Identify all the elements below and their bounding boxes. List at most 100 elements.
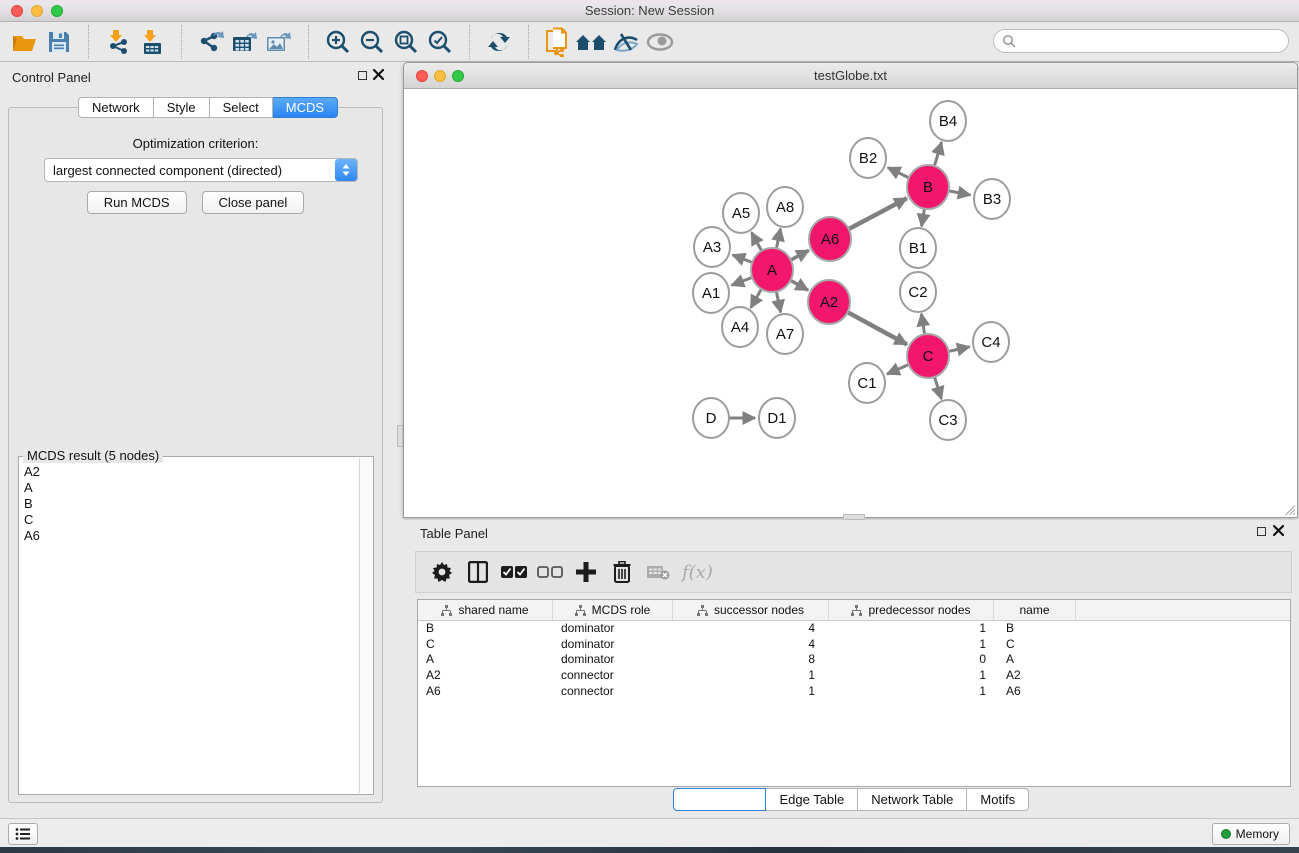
- zoom-in-button[interactable]: [321, 26, 355, 58]
- mcds-result-item[interactable]: C: [20, 512, 359, 528]
- node-A3[interactable]: A3: [694, 227, 730, 267]
- node-A1[interactable]: A1: [693, 273, 729, 313]
- zoom-selected-button[interactable]: [423, 26, 457, 58]
- column-header-name[interactable]: name: [994, 600, 1076, 620]
- network-window-titlebar[interactable]: testGlobe.txt: [404, 63, 1297, 89]
- edge-B-B1[interactable]: [922, 208, 925, 227]
- network-graph[interactable]: B4 B2 B B3 A8A5 A6 A3 B1 A C2 A1 A2 A4A7 C4 C C1 D D1 C3: [405, 90, 1296, 517]
- home-button[interactable]: [575, 26, 609, 58]
- select-all-button[interactable]: [496, 556, 532, 588]
- close-panel-icon[interactable]: [373, 69, 384, 80]
- node-B4[interactable]: B4: [930, 101, 966, 141]
- table-row[interactable]: A2connector11A2: [418, 668, 1290, 684]
- edge-A-A2[interactable]: [790, 280, 808, 290]
- tab-network[interactable]: Network: [78, 97, 154, 118]
- edge-C-C3[interactable]: [934, 376, 941, 399]
- column-header-predecessor-nodes[interactable]: predecessor nodes: [829, 600, 994, 620]
- tab-motifs[interactable]: Motifs: [967, 788, 1029, 811]
- tab-style[interactable]: Style: [154, 97, 210, 118]
- new-network-from-selection-button[interactable]: [541, 26, 575, 58]
- import-table-button[interactable]: [135, 26, 169, 58]
- unselect-all-button[interactable]: [532, 556, 568, 588]
- node-D1[interactable]: D1: [759, 398, 795, 438]
- tab-mcds[interactable]: MCDS: [273, 97, 338, 118]
- zoom-out-button[interactable]: [355, 26, 389, 58]
- export-table-button[interactable]: [228, 26, 262, 58]
- node-B[interactable]: B: [907, 165, 949, 209]
- mcds-result-item[interactable]: B: [20, 496, 359, 512]
- edge-A2-C[interactable]: [847, 312, 906, 344]
- function-builder-button[interactable]: f(x): [682, 562, 713, 583]
- memory-button[interactable]: Memory: [1212, 823, 1290, 845]
- node-C2[interactable]: C2: [900, 272, 936, 312]
- save-session-button[interactable]: [42, 26, 76, 58]
- edge-C-C1[interactable]: [887, 364, 909, 374]
- edge-B-B3[interactable]: [949, 191, 971, 195]
- node-B2[interactable]: B2: [850, 138, 886, 178]
- hide-graphics-details-button[interactable]: [609, 26, 643, 58]
- run-mcds-button[interactable]: Run MCDS: [87, 191, 187, 214]
- tab-node-table[interactable]: Node Table: [673, 788, 767, 811]
- node-A5[interactable]: A5: [723, 193, 759, 233]
- column-header-shared-name[interactable]: shared name: [418, 600, 553, 620]
- tab-network-table[interactable]: Network Table: [858, 788, 967, 811]
- close-panel-icon[interactable]: [1273, 525, 1284, 536]
- import-network-button[interactable]: [101, 26, 135, 58]
- close-panel-button[interactable]: Close panel: [202, 191, 305, 214]
- window-resize-grip[interactable]: [1283, 503, 1295, 515]
- node-C1[interactable]: C1: [849, 363, 885, 403]
- node-A6[interactable]: A6: [809, 217, 851, 261]
- node-A4[interactable]: A4: [722, 307, 758, 347]
- float-panel-icon[interactable]: [1257, 527, 1266, 536]
- table-settings-button[interactable]: [424, 556, 460, 588]
- edge-A-A4[interactable]: [751, 288, 762, 308]
- column-header-successor-nodes[interactable]: successor nodes: [673, 600, 829, 620]
- mcds-result-item[interactable]: A: [20, 480, 359, 496]
- edge-A-A3[interactable]: [733, 255, 753, 263]
- node-C[interactable]: C: [907, 334, 949, 378]
- node-C3[interactable]: C3: [930, 400, 966, 440]
- edge-B-B4[interactable]: [934, 142, 942, 167]
- mcds-result-list[interactable]: A2ABCA6: [20, 464, 359, 793]
- export-image-button[interactable]: [262, 26, 296, 58]
- edge-A-A6[interactable]: [791, 250, 809, 260]
- mcds-result-scrollbar[interactable]: [359, 458, 372, 793]
- float-panel-icon[interactable]: [358, 71, 367, 80]
- node-C4[interactable]: C4: [973, 322, 1009, 362]
- node-A2[interactable]: A2: [808, 280, 850, 324]
- node-B1[interactable]: B1: [900, 228, 936, 268]
- edge-C-C4[interactable]: [948, 347, 969, 352]
- zoom-fit-button[interactable]: [389, 26, 423, 58]
- edge-A-A1[interactable]: [732, 277, 753, 285]
- node-A7[interactable]: A7: [767, 314, 803, 354]
- tab-edge-table[interactable]: Edge Table: [766, 788, 858, 811]
- network-canvas[interactable]: B4 B2 B B3 A8A5 A6 A3 B1 A C2 A1 A2 A4A7 C4 C C1 D D1 C3: [405, 90, 1296, 517]
- open-session-button[interactable]: [8, 26, 42, 58]
- table-row[interactable]: Cdominator41C: [418, 637, 1290, 653]
- export-network-button[interactable]: [194, 26, 228, 58]
- edge-A-A7[interactable]: [776, 291, 780, 313]
- task-history-button[interactable]: [8, 823, 38, 845]
- search-input[interactable]: [1016, 34, 1288, 48]
- vertical-splitter-handle[interactable]: [397, 425, 403, 447]
- table-row[interactable]: Bdominator41B: [418, 621, 1290, 637]
- edge-A-A8[interactable]: [776, 229, 780, 250]
- column-selector-button[interactable]: [460, 556, 496, 588]
- node-A8[interactable]: A8: [767, 187, 803, 227]
- mcds-result-item[interactable]: A2: [20, 464, 359, 480]
- edge-A-A5[interactable]: [752, 232, 762, 251]
- column-header-MCDS-role[interactable]: MCDS role: [553, 600, 673, 620]
- node-table[interactable]: shared nameMCDS rolesuccessor nodesprede…: [417, 599, 1291, 787]
- table-row[interactable]: A6connector11A6: [418, 684, 1290, 700]
- show-graphics-details-button[interactable]: [643, 26, 677, 58]
- edge-A6-B[interactable]: [849, 198, 907, 229]
- delete-table-button[interactable]: [640, 556, 676, 588]
- mcds-result-item[interactable]: A6: [20, 528, 359, 544]
- refresh-button[interactable]: [482, 26, 516, 58]
- node-B3[interactable]: B3: [974, 179, 1010, 219]
- criterion-dropdown[interactable]: largest connected component (directed): [44, 158, 358, 182]
- tab-select[interactable]: Select: [210, 97, 273, 118]
- add-column-button[interactable]: [568, 556, 604, 588]
- node-D[interactable]: D: [693, 398, 729, 438]
- node-A[interactable]: A: [751, 248, 793, 292]
